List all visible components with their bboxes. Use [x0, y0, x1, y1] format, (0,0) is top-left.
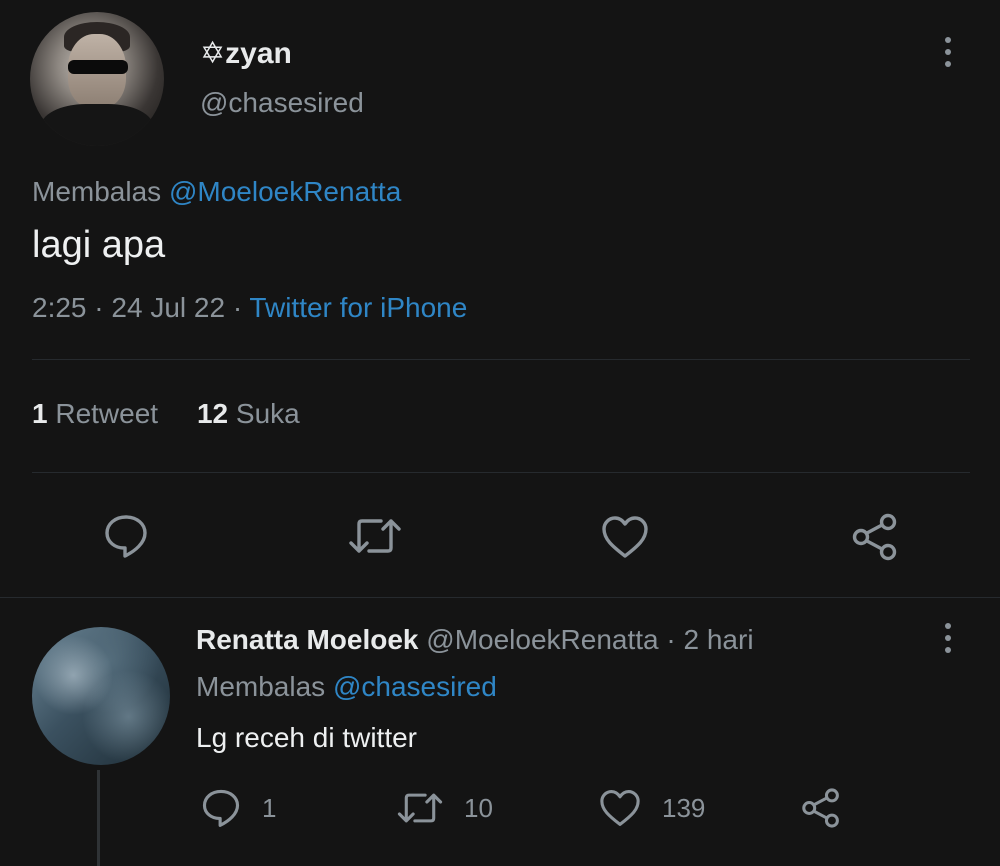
reply-prefix: Membalas	[196, 671, 326, 702]
like-label: Suka	[235, 398, 300, 429]
reply-action-like[interactable]: 139	[598, 789, 705, 827]
replier-handle[interactable]: @MoeloekRenatta	[426, 624, 658, 655]
meta-separator: ·	[666, 624, 676, 655]
like-count: 12	[196, 398, 229, 429]
divider	[32, 359, 970, 360]
reply-context: Membalas @chasesired	[196, 671, 497, 703]
retweet-count: 1	[32, 398, 48, 429]
author-handle[interactable]: @chasesired	[200, 87, 364, 119]
meta-separator: ·	[94, 292, 104, 323]
reply-to-link[interactable]: @chasesired	[333, 671, 497, 702]
author-avatar[interactable]	[30, 12, 164, 146]
replier-display-name[interactable]: Renatta Moeloek	[196, 624, 419, 655]
reply-icon[interactable]	[200, 788, 242, 828]
replier-avatar[interactable]	[32, 627, 170, 765]
reply-age[interactable]: 2 hari	[684, 624, 754, 655]
tweet-source-link[interactable]: Twitter for iPhone	[249, 292, 467, 323]
retweet-stat[interactable]: 1 Retweet	[32, 398, 158, 429]
reply-action-retweet[interactable]: 10	[396, 790, 493, 826]
more-options-icon[interactable]	[945, 37, 955, 73]
retweet-label: Retweet	[55, 398, 159, 429]
reply-more-options-icon[interactable]	[945, 623, 955, 659]
reply-context: Membalas @MoeloekRenatta	[32, 176, 401, 208]
tweet-text: lagi apa	[32, 224, 166, 266]
tweet-meta: 2:25 · 24 Jul 22 · Twitter for iPhone	[32, 292, 467, 324]
reply-text: Lg receh di twitter	[196, 722, 417, 753]
like-icon[interactable]	[598, 789, 642, 827]
thread-line	[97, 770, 100, 866]
author-display-name[interactable]: ✡zyan	[200, 36, 292, 71]
tweet-time[interactable]: 2:25	[32, 292, 87, 323]
reply-prefix: Membalas	[32, 176, 162, 207]
retweet-icon[interactable]	[347, 515, 403, 557]
share-icon[interactable]	[850, 512, 900, 562]
retweet-count: 10	[464, 792, 493, 823]
like-count: 139	[662, 792, 706, 823]
retweet-icon[interactable]	[396, 790, 444, 826]
divider	[32, 472, 970, 473]
reply-count: 1	[262, 792, 277, 823]
reply-header: Renatta Moeloek @MoeloekRenatta · 2 hari	[196, 624, 754, 656]
like-icon[interactable]	[600, 515, 650, 559]
reply-icon[interactable]	[102, 513, 150, 559]
meta-separator: ·	[232, 292, 243, 323]
divider	[0, 597, 1000, 598]
reply-action-reply[interactable]: 1	[200, 788, 276, 828]
like-stat[interactable]: 12 Suka	[197, 398, 300, 429]
share-icon[interactable]	[800, 787, 842, 829]
reply-to-link[interactable]: @MoeloekRenatta	[169, 176, 401, 207]
tweet-stats: 1 Retweet 12 Suka	[32, 398, 300, 430]
tweet-date[interactable]: 24 Jul 22	[111, 292, 225, 323]
